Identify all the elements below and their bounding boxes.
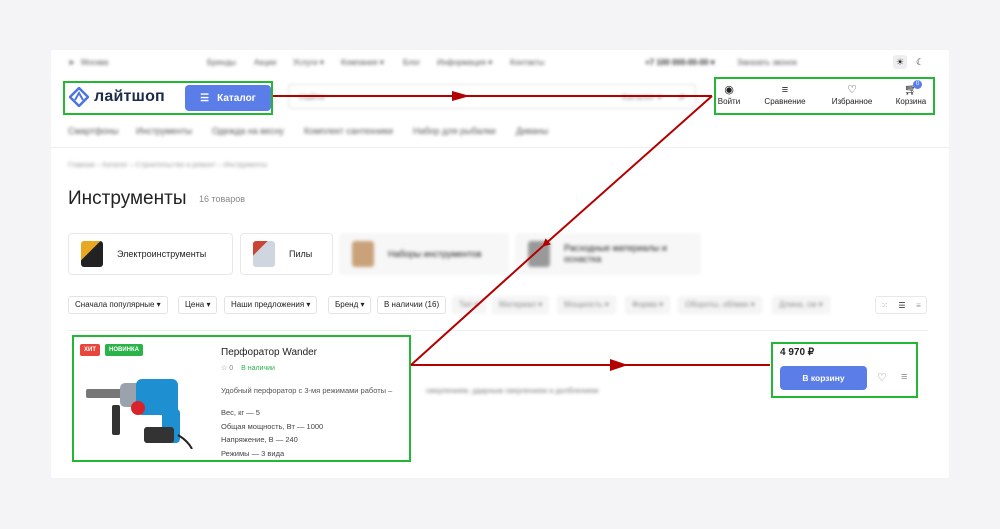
- tool-sets-image: [352, 241, 374, 267]
- filter-type[interactable]: Тип ▾: [452, 296, 486, 314]
- cart-button[interactable]: 🛒︎ 0 Корзина: [892, 80, 930, 106]
- topbar-link[interactable]: Компания ▾: [341, 58, 384, 67]
- filter-in-stock[interactable]: В наличии (16): [377, 296, 447, 314]
- compare-button[interactable]: ≡ Сравнение: [760, 83, 810, 106]
- theme-dark-icon[interactable]: ☾: [913, 55, 927, 69]
- filter-length[interactable]: Длина, см ▾: [772, 296, 830, 314]
- spec-item: Напряжение, В — 240: [221, 435, 298, 444]
- star-icon: ☆: [221, 365, 228, 372]
- logo-icon: [69, 87, 89, 107]
- filter-rpm[interactable]: Обороты, об/мин ▾: [678, 296, 762, 314]
- favorites-label: Избранное: [831, 97, 873, 106]
- logo-catalog-highlight: лайтшоп ☰ Каталог: [63, 81, 273, 115]
- city-selector[interactable]: Москва: [81, 58, 108, 67]
- category-label: Расходные материалы и оснастка: [564, 243, 667, 264]
- callback-link[interactable]: Заказать звонок: [737, 58, 797, 67]
- filter-brand[interactable]: Бренд ▾: [328, 296, 372, 314]
- nav-item[interactable]: Инструменты: [136, 126, 192, 136]
- topbar-link[interactable]: Услуги ▾: [293, 58, 324, 67]
- theme-light-icon[interactable]: ☀: [893, 55, 907, 69]
- topbar-link[interactable]: Контакты: [510, 58, 545, 67]
- spec-item: Режимы — 3 вида: [221, 448, 285, 458]
- category-label: Электроинструменты: [117, 249, 207, 259]
- list-icon: ☰: [200, 92, 210, 104]
- filter-shape[interactable]: Форма ▾: [625, 296, 671, 314]
- grid-view-icon[interactable]: ⁙: [881, 301, 888, 310]
- favorites-button[interactable]: ♡ Избранное: [828, 83, 876, 106]
- rating-value: 0: [229, 365, 234, 372]
- product-image[interactable]: [84, 365, 194, 449]
- shop-page: ➤ Москва Бренды Акции Услуги ▾ Компания …: [51, 50, 949, 478]
- breadcrumb[interactable]: Главная – Каталог – Строительство и ремо…: [68, 162, 267, 169]
- product-rating: ☆ 0 В наличии: [221, 364, 275, 372]
- compare-icon[interactable]: ≡: [901, 371, 907, 383]
- send-icon: ➤: [68, 58, 75, 67]
- logo[interactable]: лайтшоп: [69, 87, 165, 107]
- nav-item[interactable]: Смартфоны: [68, 126, 118, 136]
- product-count: 16 товаров: [199, 194, 246, 204]
- category-card-consumables[interactable]: Расходные материалы и оснастка: [515, 233, 701, 275]
- heart-icon: ♡: [847, 84, 857, 96]
- product-description: Удобный перфоратор с 3-мя режимами работ…: [221, 386, 393, 395]
- phone-number[interactable]: +7 100 000-00-00 ▾: [645, 58, 715, 67]
- product-description-rest: сверлением, ударным сверлением и долблен…: [426, 386, 599, 395]
- product-specs: Вес, кг — 5 Общая мощность, Вт — 1000 На…: [221, 406, 323, 460]
- top-bar: ➤ Москва Бренды Акции Услуги ▾ Компания …: [51, 50, 949, 74]
- search-input[interactable]: Найти Каталог ▾ ⌕: [288, 84, 696, 109]
- login-label: Войти: [717, 97, 741, 106]
- filter-offers[interactable]: Наши предложения ▾: [224, 296, 318, 314]
- catalog-label: Каталог: [217, 92, 256, 104]
- nav-item[interactable]: Набор для рыбалки: [413, 126, 496, 136]
- search-icon[interactable]: ⌕: [679, 89, 686, 104]
- new-badge: НОВИНКА: [105, 344, 143, 356]
- category-card-power-tools[interactable]: Электроинструменты: [68, 233, 233, 275]
- page-title: Инструменты: [68, 188, 187, 209]
- nav-item[interactable]: Диваны: [516, 126, 548, 136]
- add-to-cart-button[interactable]: В корзину: [780, 366, 867, 390]
- nav-item[interactable]: Одежда на весну: [212, 126, 284, 136]
- product-price: 4 970 ₽: [780, 347, 815, 358]
- spec-item: Вес, кг — 5: [221, 408, 260, 417]
- compact-view-icon[interactable]: ≡: [916, 301, 921, 310]
- availability-status: В наличии: [241, 365, 275, 372]
- saws-image: [253, 241, 275, 267]
- filter-power[interactable]: Мощность ▾: [557, 296, 616, 314]
- topbar-link[interactable]: Блог: [403, 58, 420, 67]
- header-actions-highlight: ◉ Войти ≡ Сравнение ♡ Избранное 🛒︎ 0 Корз…: [714, 77, 935, 115]
- login-button[interactable]: ◉ Войти: [716, 83, 742, 106]
- header-divider: [51, 147, 949, 148]
- category-card-tool-sets[interactable]: Наборы инструментов: [339, 233, 509, 275]
- user-icon: ◉: [724, 84, 734, 96]
- price-block-highlight: 4 970 ₽ В корзину ♡ ≡: [771, 342, 918, 398]
- nav-item[interactable]: Комплект сантехники: [304, 126, 393, 136]
- product-name[interactable]: Перфоратор Wander: [221, 347, 317, 358]
- favorite-icon[interactable]: ♡: [877, 371, 887, 384]
- filter-material[interactable]: Материал ▾: [492, 296, 550, 314]
- search-placeholder: Найти: [299, 92, 325, 102]
- category-label: Наборы инструментов: [388, 249, 482, 259]
- category-label: Пилы: [289, 249, 313, 259]
- topbar-link[interactable]: Информация ▾: [437, 58, 492, 67]
- consumables-image: [528, 241, 550, 267]
- filters-divider: [68, 330, 928, 331]
- list-view-icon[interactable]: ☰: [898, 301, 905, 310]
- search-scope-select[interactable]: Каталог ▾: [622, 92, 662, 103]
- product-card-highlight: ХИТ НОВИНКА Перфоратор Wander ☆ 0 В нали…: [72, 335, 411, 462]
- compare-label: Сравнение: [764, 97, 806, 106]
- sort-dropdown[interactable]: Сначала популярные ▾: [68, 296, 168, 314]
- cart-icon: 🛒︎ 0: [904, 80, 922, 97]
- filter-price[interactable]: Цена ▾: [178, 296, 218, 314]
- cart-label: Корзина: [895, 97, 927, 106]
- topbar-link[interactable]: Акции: [254, 58, 276, 67]
- view-switcher: ⁙ ☰ ≡: [875, 296, 927, 314]
- spec-item: Общая мощность, Вт — 1000: [221, 421, 324, 431]
- catalog-button[interactable]: ☰ Каталог: [185, 85, 271, 111]
- category-card-saws[interactable]: Пилы: [240, 233, 333, 275]
- compare-icon: ≡: [781, 84, 789, 96]
- hit-badge: ХИТ: [80, 344, 100, 356]
- cart-count-badge: 0: [913, 80, 922, 89]
- power-tools-image: [81, 241, 103, 267]
- logo-text: лайтшоп: [94, 88, 165, 105]
- topbar-link[interactable]: Бренды: [207, 58, 236, 67]
